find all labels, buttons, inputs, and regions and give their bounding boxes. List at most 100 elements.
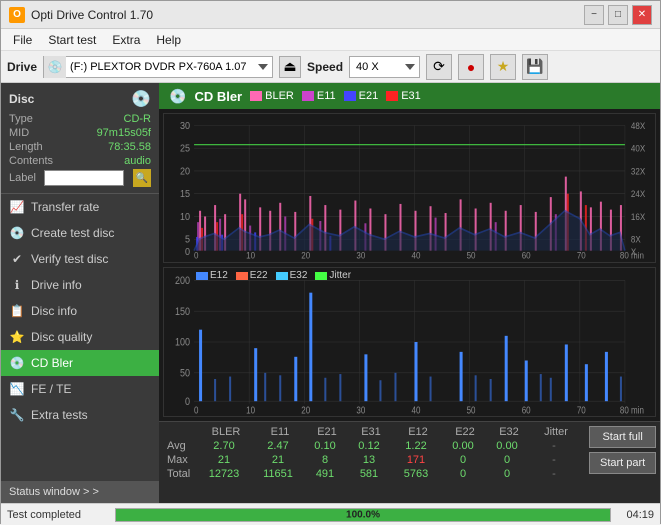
drive-bar: Drive 💿 (F:) PLEXTOR DVDR PX-760A 1.07 ⏏… [1, 51, 660, 83]
sidebar-item-label: Transfer rate [31, 200, 99, 214]
svg-text:30: 30 [356, 250, 365, 261]
max-bler: 21 [195, 454, 253, 466]
e11-color [302, 91, 314, 101]
sidebar-item-extra-tests[interactable]: 🔧 Extra tests [1, 402, 159, 428]
avg-bler: 2.70 [195, 440, 253, 452]
start-part-button[interactable]: Start part [589, 452, 656, 474]
main-content: Disc 💿 Type CD-R MID 97m15s05f Length 78… [1, 83, 660, 503]
top-chart: 30 25 20 15 10 5 0 48X 40X 32X 24X 16X 8… [163, 113, 656, 263]
max-e12: 171 [391, 454, 441, 466]
e31-color [386, 91, 398, 101]
max-label: Max [167, 454, 195, 466]
drive-label: Drive [7, 60, 37, 74]
close-button[interactable]: ✕ [632, 5, 652, 25]
start-full-button[interactable]: Start full [589, 426, 656, 448]
menu-extra[interactable]: Extra [104, 31, 148, 49]
sidebar-item-drive-info[interactable]: ℹ Drive info [1, 272, 159, 298]
speed-selector[interactable]: 40 X [349, 56, 420, 78]
avg-e21: 0.10 [303, 440, 347, 452]
e21-legend: E21 [344, 90, 379, 102]
menu-start-test[interactable]: Start test [40, 31, 104, 49]
label-input[interactable] [44, 170, 124, 186]
svg-text:10: 10 [180, 211, 190, 223]
disc-header: Disc 💿 [9, 89, 151, 109]
right-panel: 💿 CD Bler BLER E11 E21 E31 [159, 83, 660, 503]
sidebar-item-verify-test-disc[interactable]: ✔ Verify test disc [1, 246, 159, 272]
eject-button[interactable]: ⏏ [279, 56, 301, 78]
extra-tests-icon: 🔧 [9, 407, 25, 423]
svg-text:50: 50 [467, 250, 476, 261]
chart-disc-icon: 💿 [169, 88, 186, 105]
svg-text:40: 40 [412, 405, 421, 416]
total-e22: 0 [441, 468, 485, 480]
max-e21: 8 [303, 454, 347, 466]
label-label: Label [9, 172, 36, 184]
total-e12: 5763 [391, 468, 441, 480]
svg-text:25: 25 [180, 143, 190, 155]
contents-value: audio [124, 155, 151, 167]
app-title: Opti Drive Control 1.70 [31, 8, 584, 22]
label-search-button[interactable]: 🔍 [133, 169, 151, 187]
stats-content: BLER E11 E21 E31 E12 E22 E32 Jitter Avg … [167, 426, 652, 482]
e22-color-box [236, 272, 248, 280]
sidebar-item-create-test-disc[interactable]: 💿 Create test disc [1, 220, 159, 246]
max-e11: 21 [253, 454, 303, 466]
col-e21: E21 [305, 426, 349, 438]
transfer-rate-icon: 📈 [9, 199, 25, 215]
sidebar-item-cd-bler[interactable]: 💿 CD Bler [1, 350, 159, 376]
star-button[interactable]: ★ [490, 54, 516, 80]
record-button[interactable]: ● [458, 54, 484, 80]
svg-text:15: 15 [180, 189, 190, 201]
refresh-button[interactable]: ⟳ [426, 54, 452, 80]
avg-row: Avg 2.70 2.47 0.10 0.12 1.22 0.00 0.00 - [167, 440, 581, 452]
cd-bler-icon: 💿 [9, 355, 25, 371]
total-e11: 11651 [253, 468, 303, 480]
avg-e22: 0.00 [441, 440, 485, 452]
svg-text:0: 0 [185, 247, 190, 259]
drive-selector[interactable]: 💿 (F:) PLEXTOR DVDR PX-760A 1.07 [43, 56, 273, 78]
mid-value: 97m15s05f [97, 127, 151, 139]
maximize-button[interactable]: □ [608, 5, 628, 25]
sidebar-item-disc-info[interactable]: 📋 Disc info [1, 298, 159, 324]
stats-buttons: Start full Start part [589, 426, 656, 474]
disc-mid-row: MID 97m15s05f [9, 127, 151, 139]
svg-text:60: 60 [522, 405, 531, 416]
menu-file[interactable]: File [5, 31, 40, 49]
svg-text:5: 5 [185, 234, 190, 246]
sidebar-item-label: CD Bler [31, 356, 73, 370]
save-button[interactable]: 💾 [522, 54, 548, 80]
max-e32: 0 [485, 454, 529, 466]
sidebar-item-disc-quality[interactable]: ⭐ Disc quality [1, 324, 159, 350]
svg-text:0: 0 [194, 250, 199, 261]
svg-text:50: 50 [180, 368, 190, 380]
max-row: Max 21 21 8 13 171 0 0 - [167, 454, 581, 466]
e12-legend: E12 [196, 270, 228, 281]
e21-label: E21 [359, 90, 379, 102]
bler-color [250, 91, 262, 101]
menu-help[interactable]: Help [148, 31, 189, 49]
svg-text:24X: 24X [631, 189, 646, 200]
disc-quality-icon: ⭐ [9, 329, 25, 345]
sidebar-item-transfer-rate[interactable]: 📈 Transfer rate [1, 194, 159, 220]
stats-table: BLER E11 E21 E31 E12 E22 E32 Jitter Avg … [167, 426, 581, 482]
chart-header: 💿 CD Bler BLER E11 E21 E31 [159, 83, 660, 109]
minimize-button[interactable]: − [584, 5, 604, 25]
sidebar-item-fe-te[interactable]: 📉 FE / TE [1, 376, 159, 402]
status-window-button[interactable]: Status window > > [1, 481, 159, 503]
status-window-label: Status window > > [9, 486, 99, 498]
svg-text:200: 200 [175, 275, 190, 287]
svg-text:0: 0 [185, 396, 190, 408]
total-e32: 0 [485, 468, 529, 480]
e12-color-box [196, 272, 208, 280]
svg-text:10: 10 [246, 250, 255, 261]
max-e31: 13 [347, 454, 391, 466]
bottom-chart-svg: 200 150 100 50 0 0 10 20 30 40 50 60 70 … [164, 268, 655, 416]
e31-legend: E31 [386, 90, 421, 102]
charts-area: 30 25 20 15 10 5 0 48X 40X 32X 24X 16X 8… [159, 109, 660, 421]
time-display: 04:19 [619, 509, 654, 521]
verify-test-disc-icon: ✔ [9, 251, 25, 267]
contents-label: Contents [9, 155, 53, 167]
e21-color [344, 91, 356, 101]
total-e21: 491 [303, 468, 347, 480]
col-bler: BLER [197, 426, 255, 438]
